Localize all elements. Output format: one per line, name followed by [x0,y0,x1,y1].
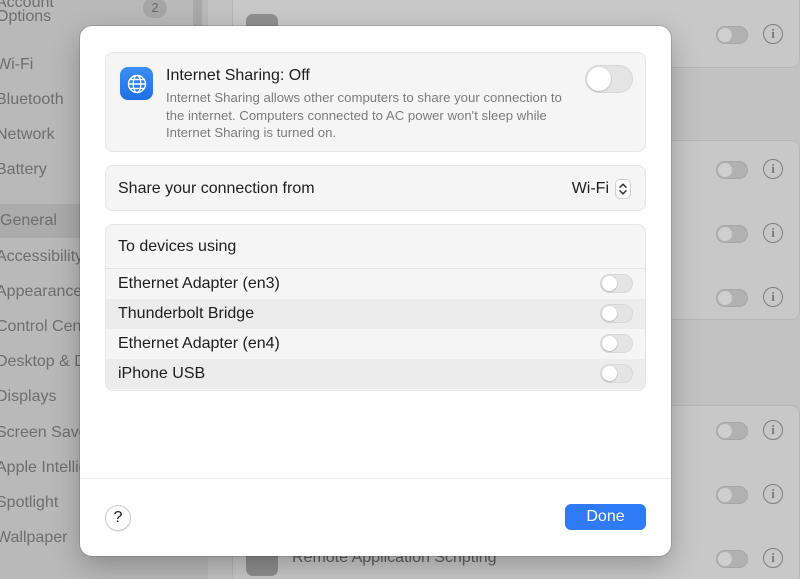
device-toggle-iphone-usb[interactable] [600,364,633,383]
device-toggle-thunderbolt-bridge[interactable] [600,304,633,323]
sidebar-item-wallpaper: Wallpaper [0,529,68,546]
help-button[interactable]: ? [105,505,131,531]
internet-sharing-description: Internet Sharing allows other computers … [166,90,562,140]
sidebar-item-bluetooth: Bluetooth [0,91,64,108]
device-row-thunderbolt-bridge: Thunderbolt Bridge [106,299,645,329]
sidebar-item-accessibility: Accessibility [0,248,84,265]
done-button[interactable]: Done [565,504,646,530]
sidebar-item-battery: Battery [0,161,47,178]
background-toggle [716,289,748,307]
background-toggle [716,550,748,568]
background-toggle [716,26,748,44]
background-toggle [716,225,748,243]
device-label: Ethernet Adapter (en3) [118,275,280,292]
devices-panel: To devices using Ethernet Adapter (en3) … [105,224,646,391]
background-toggle [716,161,748,179]
background-toggle [716,422,748,440]
globe-icon [120,67,153,100]
chevron-up-down-icon [615,179,631,199]
info-icon: i [763,420,783,440]
device-label: Ethernet Adapter (en4) [118,335,280,352]
info-icon: i [763,484,783,504]
share-from-value: Wi-Fi [571,180,609,197]
sidebar-item-displays: Displays [0,388,57,405]
internet-sharing-toggle[interactable] [585,65,633,93]
internet-sharing-panel: Internet Sharing: Off Internet Sharing a… [105,52,646,152]
sidebar-item-appearance: Appearance [0,283,83,300]
sidebar-item-options: Options [0,8,52,25]
device-label: Thunderbolt Bridge [118,305,255,322]
notification-badge: 2 [143,0,167,18]
share-from-label: Share your connection from [118,180,315,197]
background-toggle [716,486,748,504]
info-icon: i [763,24,783,44]
device-label: iPhone USB [118,365,206,382]
sidebar-item-wifi: Wi-Fi [0,56,34,73]
internet-sharing-title: Internet Sharing: Off [166,67,310,84]
device-row-iphone-usb: iPhone USB [106,359,645,389]
device-row-ethernet-en4: Ethernet Adapter (en4) [106,329,645,359]
footer-divider [80,478,671,479]
share-from-panel: Share your connection from Wi-Fi [105,165,646,211]
sidebar-item-network: Network [0,126,55,143]
sidebar-item-label: General [0,212,57,229]
devices-header: To devices using [106,225,645,269]
device-row-ethernet-en3: Ethernet Adapter (en3) [106,269,645,299]
info-icon: i [763,159,783,179]
share-from-select[interactable]: Wi-Fi [572,177,631,201]
sidebar-item-spotlight: Spotlight [0,494,59,511]
info-icon: i [763,287,783,307]
internet-sharing-sheet: Internet Sharing: Off Internet Sharing a… [80,26,671,556]
device-toggle-ethernet-en3[interactable] [600,274,633,293]
sidebar-item-screen-saver: Screen Saver [0,424,93,441]
device-toggle-ethernet-en4[interactable] [600,334,633,353]
info-icon: i [763,548,783,568]
info-icon: i [763,223,783,243]
